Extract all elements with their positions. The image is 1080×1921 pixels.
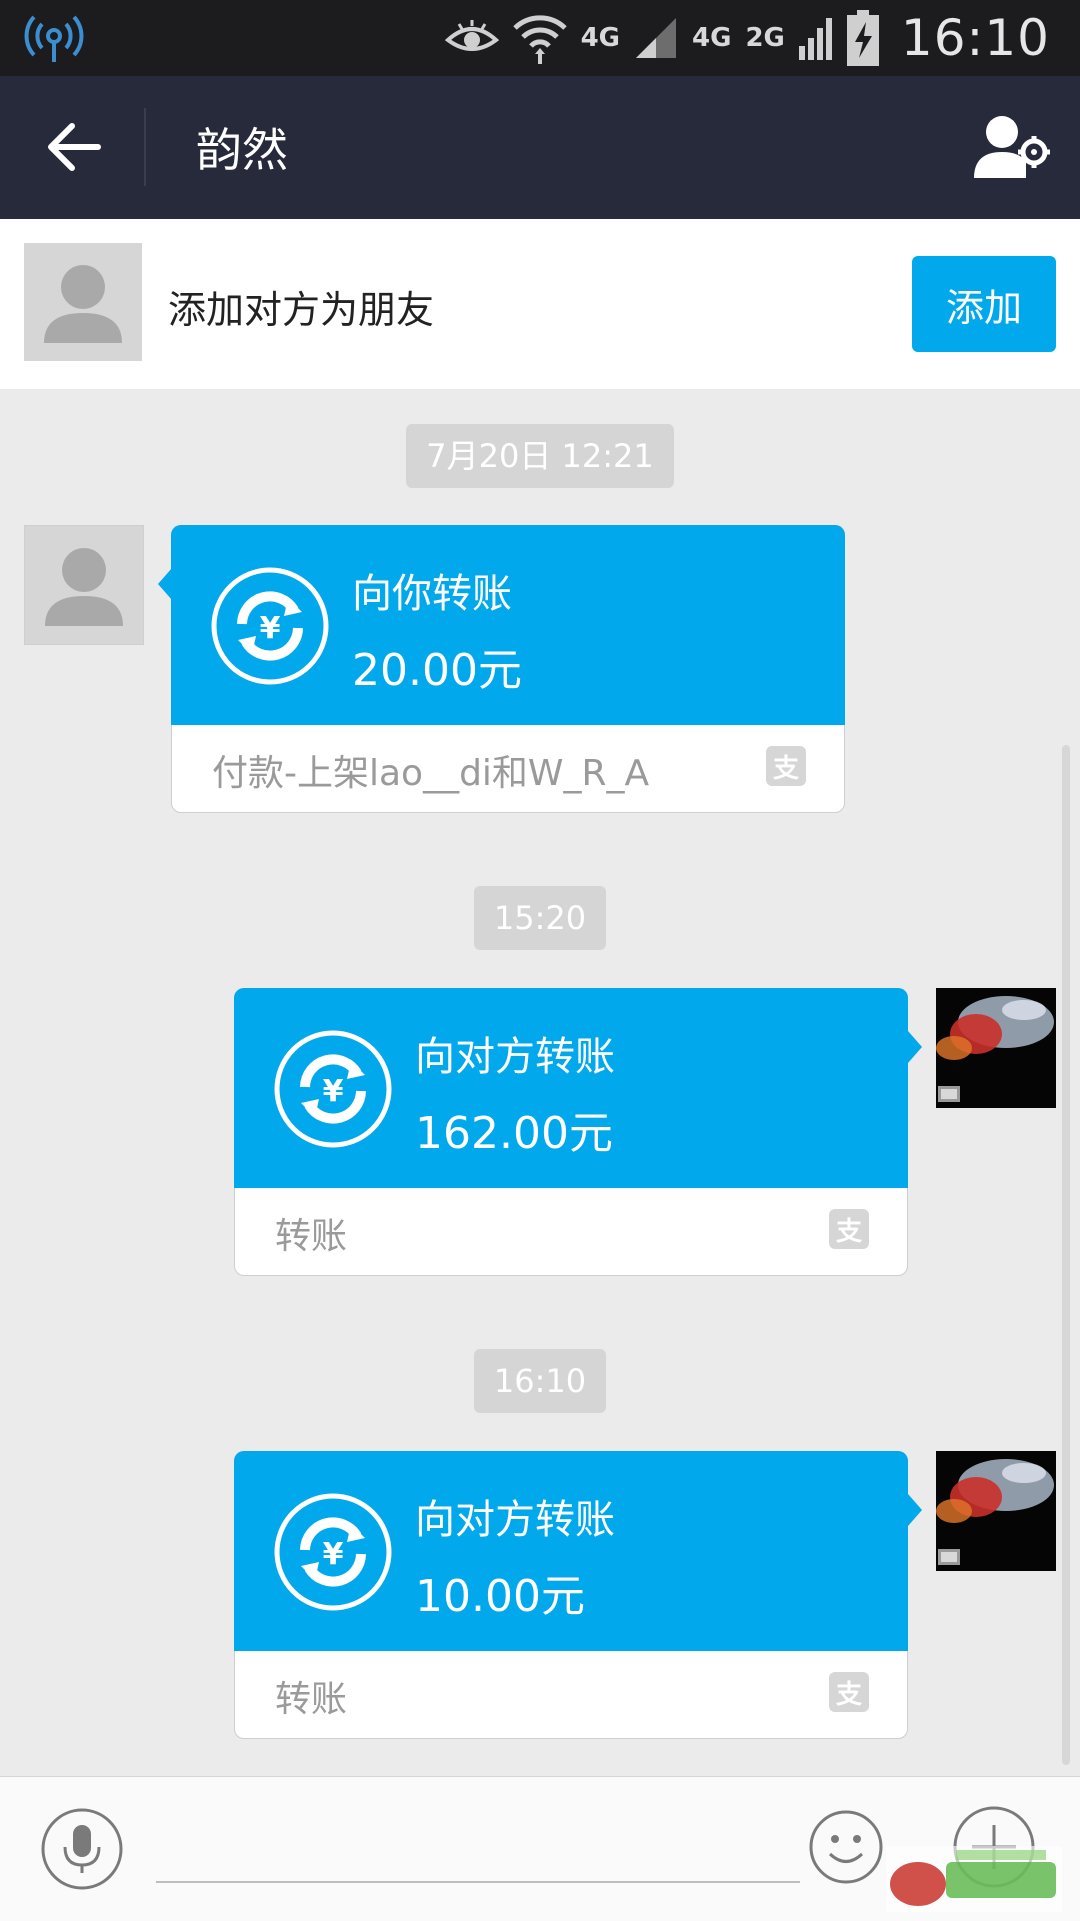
signal-bars-icon (798, 18, 832, 60)
transfer-message-card[interactable]: ¥ 向对方转账 10.00元 转账 支 (234, 1451, 922, 1739)
header-divider (144, 108, 146, 186)
add-friend-bar: 添加对方为朋友 添加 (0, 219, 1080, 389)
transfer-message-card[interactable]: ¥ 向你转账 20.00元 付款-上架lao__di和W_R_A 支 (158, 525, 845, 813)
add-friend-button[interactable]: 添加 (912, 256, 1056, 352)
alipay-icon: 支 (829, 1209, 869, 1249)
svg-text:支: 支 (836, 1680, 862, 1710)
contact-avatar[interactable] (24, 243, 142, 361)
svg-text:¥: ¥ (323, 1537, 344, 1572)
transfer-yuan-icon: ¥ (274, 1030, 392, 1148)
svg-text:支: 支 (773, 754, 799, 784)
svg-text:支: 支 (836, 1217, 862, 1247)
chat-scrollbar[interactable] (1062, 745, 1070, 1765)
transfer-note: 转账 (275, 1216, 348, 1257)
transfer-amount: 20.00元 (352, 645, 522, 696)
transfer-message-card[interactable]: ¥ 向对方转账 162.00元 转账 支 (234, 988, 922, 1276)
signal-tower-icon (24, 15, 84, 62)
bubble-tail (908, 1031, 922, 1063)
svg-text:¥: ¥ (260, 611, 281, 646)
message-timestamp: 7月20日 12:21 (406, 424, 674, 488)
contact-avatar[interactable] (24, 525, 144, 645)
wifi-icon (512, 15, 567, 64)
my-avatar[interactable] (936, 1451, 1056, 1571)
network-type-1: 4G (580, 23, 621, 53)
page-title: 韵然 (196, 123, 288, 177)
smiley-icon[interactable] (808, 1809, 884, 1885)
avatar-photo-image (936, 1451, 1056, 1571)
network-type-2: 4G (692, 23, 732, 53)
status-bar: 4G 4G 2G 16:10 (0, 0, 1080, 76)
transfer-note: 转账 (275, 1679, 348, 1720)
transfer-title: 向对方转账 (415, 1497, 615, 1543)
transfer-yuan-icon: ¥ (274, 1493, 392, 1611)
message-timestamp: 16:10 (474, 1349, 606, 1413)
message-input[interactable] (156, 1817, 800, 1883)
alipay-icon: 支 (829, 1672, 869, 1712)
app-bar: 韵然 (0, 76, 1080, 219)
signal-bars-icon (636, 18, 677, 58)
add-friend-text: 添加对方为朋友 (168, 288, 435, 332)
eye-icon (444, 20, 499, 51)
transfer-title: 向对方转账 (415, 1034, 615, 1080)
my-avatar[interactable] (936, 988, 1056, 1108)
message-timestamp: 15:20 (474, 886, 606, 950)
clock: 16:10 (900, 9, 1050, 67)
transfer-title: 向你转账 (352, 571, 512, 617)
watermark-logo (886, 1846, 1062, 1912)
avatar-photo-image (936, 988, 1056, 1108)
transfer-amount: 10.00元 (415, 1571, 585, 1622)
transfer-note: 付款-上架lao__di和W_R_A (212, 753, 650, 794)
contact-settings-icon[interactable] (974, 112, 1050, 182)
alipay-icon: 支 (766, 746, 806, 786)
battery-charging-icon (846, 10, 879, 66)
transfer-amount: 162.00元 (415, 1108, 613, 1159)
back-arrow-icon[interactable] (40, 112, 110, 182)
default-avatar-icon (25, 526, 143, 644)
bubble-tail (908, 1494, 922, 1526)
microphone-icon[interactable] (40, 1807, 124, 1891)
bubble-tail (158, 568, 172, 600)
default-avatar-icon (24, 243, 142, 361)
transfer-yuan-icon: ¥ (211, 567, 329, 685)
svg-text:¥: ¥ (323, 1074, 344, 1109)
network-type-3: 2G (745, 23, 785, 53)
